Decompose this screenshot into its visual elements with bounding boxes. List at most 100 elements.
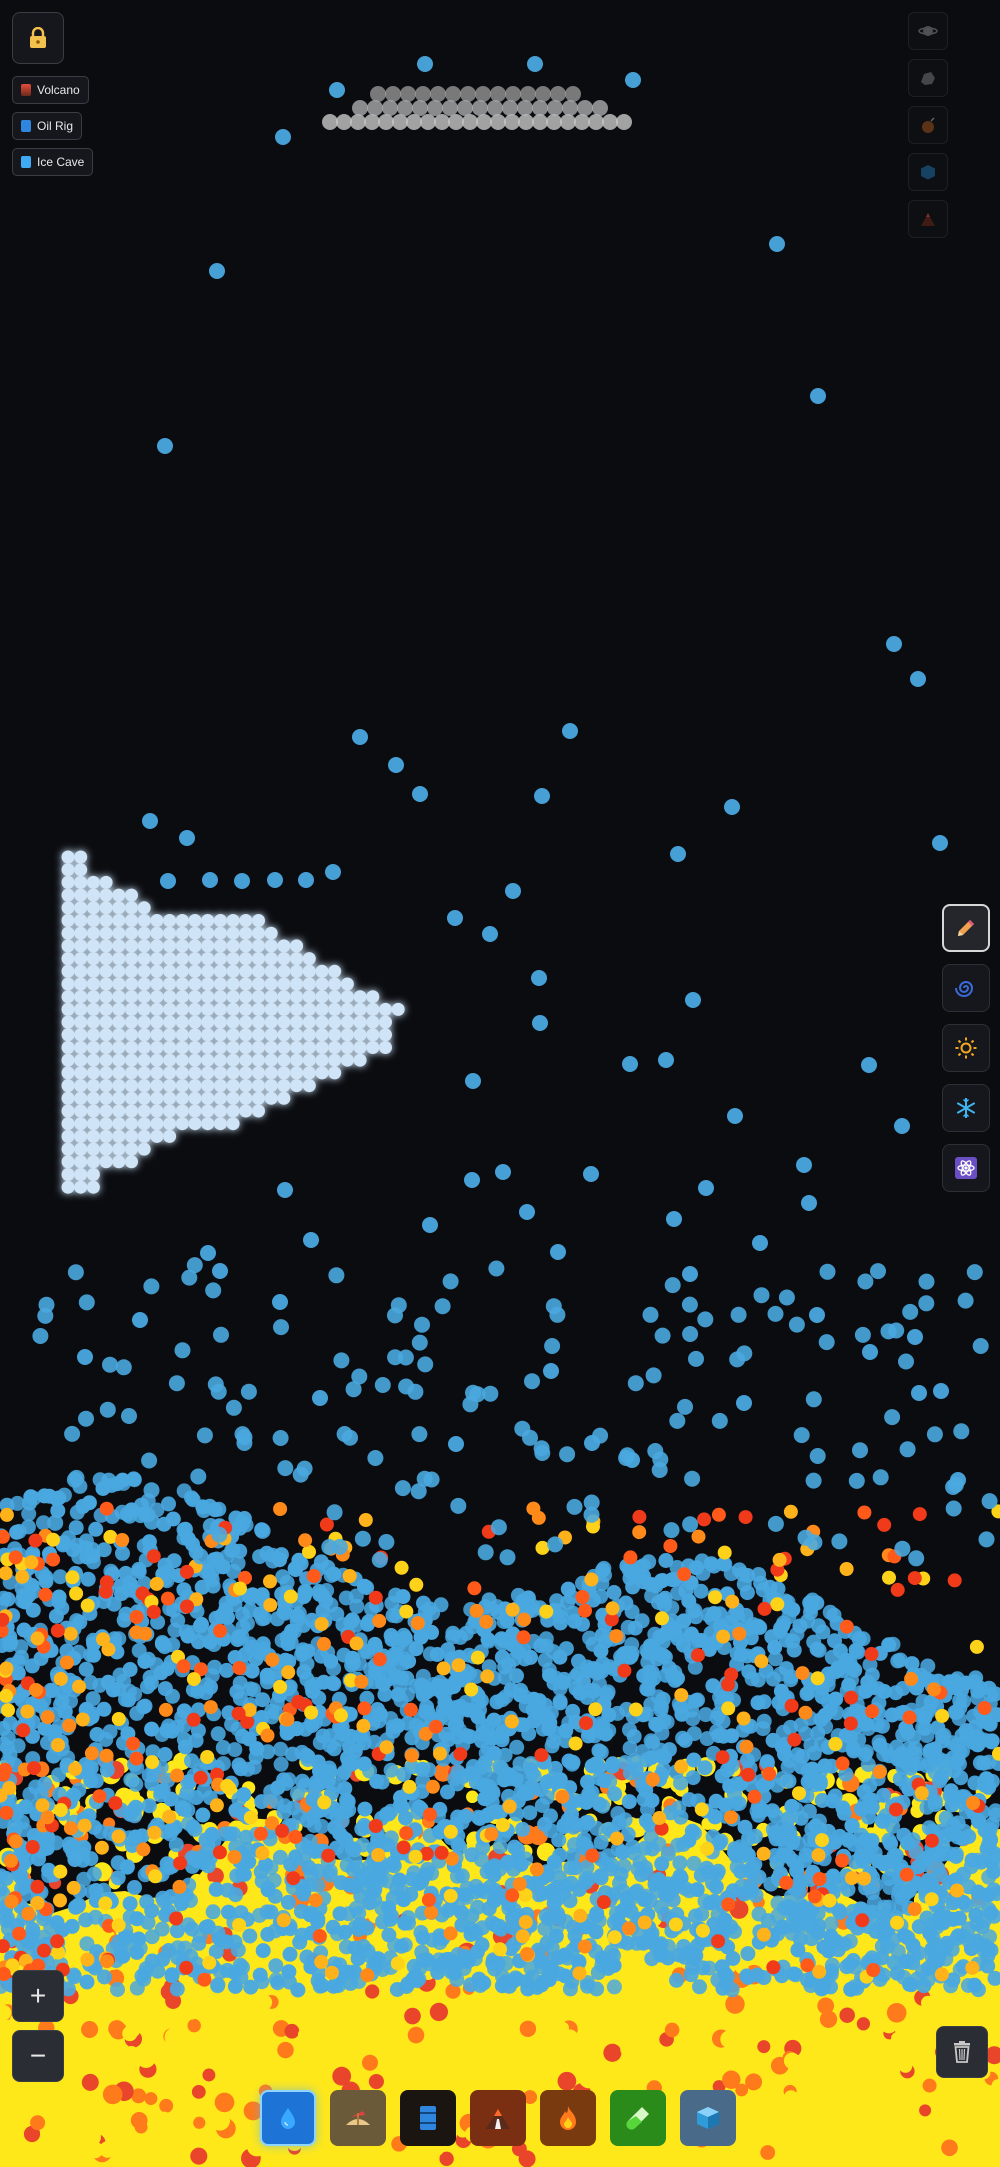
water-particle xyxy=(799,1686,815,1702)
water-particle xyxy=(99,1762,115,1778)
water-particle xyxy=(491,1920,507,1936)
ice-particle xyxy=(252,1066,265,1080)
lava-particle xyxy=(349,1636,364,1651)
ice-particle xyxy=(290,1041,304,1054)
ice-particle xyxy=(239,1041,253,1054)
simulation-canvas[interactable] xyxy=(0,0,1000,2167)
fire-particle xyxy=(720,2030,739,2049)
ice-particle xyxy=(188,1002,202,1016)
lava-particle xyxy=(149,1576,164,1591)
lava-particle xyxy=(520,1947,535,1961)
cloud-particle xyxy=(472,100,488,116)
cloud-particle xyxy=(550,86,566,102)
water-particle xyxy=(950,1752,966,1768)
water-particle xyxy=(115,1948,131,1964)
water-particle xyxy=(236,1787,252,1803)
lava-particle xyxy=(715,1750,730,1765)
water-particle xyxy=(617,1901,633,1916)
water-particle xyxy=(675,1637,691,1653)
ice-particle xyxy=(125,1041,138,1054)
ice-particle xyxy=(112,1002,126,1016)
ice-particle xyxy=(99,875,113,889)
water-particle xyxy=(869,1717,885,1733)
ice-particle xyxy=(150,1117,164,1131)
fire-particle xyxy=(922,2078,937,2093)
lava-particle xyxy=(69,1586,84,1601)
lava-particle xyxy=(695,1923,710,1938)
water-particle xyxy=(449,1868,465,1884)
ice-particle xyxy=(99,1066,113,1080)
ice-particle xyxy=(239,1002,253,1016)
water-particle xyxy=(905,1937,921,1953)
lava-particle xyxy=(965,1960,980,1975)
ice-particle xyxy=(302,1053,316,1067)
water-particle xyxy=(24,1658,40,1674)
water-particle xyxy=(141,1798,157,1814)
water-particle xyxy=(231,1757,247,1773)
lava-particle xyxy=(21,1906,36,1921)
ice-particle xyxy=(226,964,240,978)
lava-particle xyxy=(738,1510,753,1525)
lava-particle xyxy=(966,1796,980,1810)
water-particle xyxy=(794,1749,810,1764)
lava-particle xyxy=(314,1617,329,1631)
ice-particle xyxy=(61,1028,75,1042)
water-particle xyxy=(842,1933,858,1949)
lava-particle xyxy=(645,1772,660,1787)
water-particle xyxy=(62,1840,78,1855)
ice-particle xyxy=(86,964,100,978)
water-particle xyxy=(229,1684,245,1700)
ice-particle xyxy=(61,863,75,877)
water-particle xyxy=(188,1733,204,1748)
water-particle xyxy=(551,1832,567,1848)
fire-particle xyxy=(51,2097,65,2111)
fire-particle xyxy=(457,2050,471,2065)
cloud-particle xyxy=(546,114,562,130)
ice-particle xyxy=(61,952,75,966)
ice-particle xyxy=(328,1015,342,1029)
ice-particle xyxy=(188,1104,202,1118)
ice-particle xyxy=(137,939,151,953)
ice-particle xyxy=(175,1091,189,1105)
lava-particle xyxy=(94,1840,109,1855)
fire-particle xyxy=(460,2026,474,2041)
cloud-particle xyxy=(427,100,443,116)
fire-particle xyxy=(202,2068,216,2082)
water-particle xyxy=(419,1699,435,1715)
water-particle xyxy=(284,1746,300,1762)
water-particle xyxy=(633,1867,649,1883)
water-particle xyxy=(338,1832,354,1848)
water-particle xyxy=(220,1962,235,1978)
lava-particle xyxy=(436,1661,451,1676)
water-particle xyxy=(667,1664,683,1680)
water-particle xyxy=(473,1852,489,1868)
ice-particle xyxy=(353,1053,367,1067)
ice-particle xyxy=(213,990,227,1004)
ice-particle xyxy=(252,990,265,1004)
lava-particle xyxy=(828,1737,843,1751)
ice-particle xyxy=(61,1129,75,1143)
fire-particle xyxy=(367,1997,388,2018)
lava-particle xyxy=(568,1736,583,1751)
ice-particle xyxy=(150,977,164,991)
ice-particle xyxy=(353,1041,367,1054)
water-particle xyxy=(606,1979,622,1995)
water-particle xyxy=(48,1608,64,1624)
lava-particle xyxy=(409,1577,424,1592)
lava-particle xyxy=(573,1908,588,1923)
ice-particle xyxy=(112,1142,126,1156)
lava-particle xyxy=(399,1604,414,1619)
lava-particle xyxy=(534,1748,549,1763)
lava-particle xyxy=(800,1958,815,1973)
water-particle xyxy=(3,1634,19,1650)
lava-particle xyxy=(99,1501,114,1516)
water-particle xyxy=(252,1549,268,1565)
water-particle xyxy=(846,1743,862,1759)
ice-particle xyxy=(277,990,291,1004)
lava-particle xyxy=(170,1768,184,1783)
lava-particle xyxy=(115,1533,130,1547)
fire-particle xyxy=(757,2040,771,2054)
ice-particle xyxy=(163,914,177,927)
lava-particle xyxy=(621,1921,636,1936)
ice-particle xyxy=(137,1041,151,1054)
